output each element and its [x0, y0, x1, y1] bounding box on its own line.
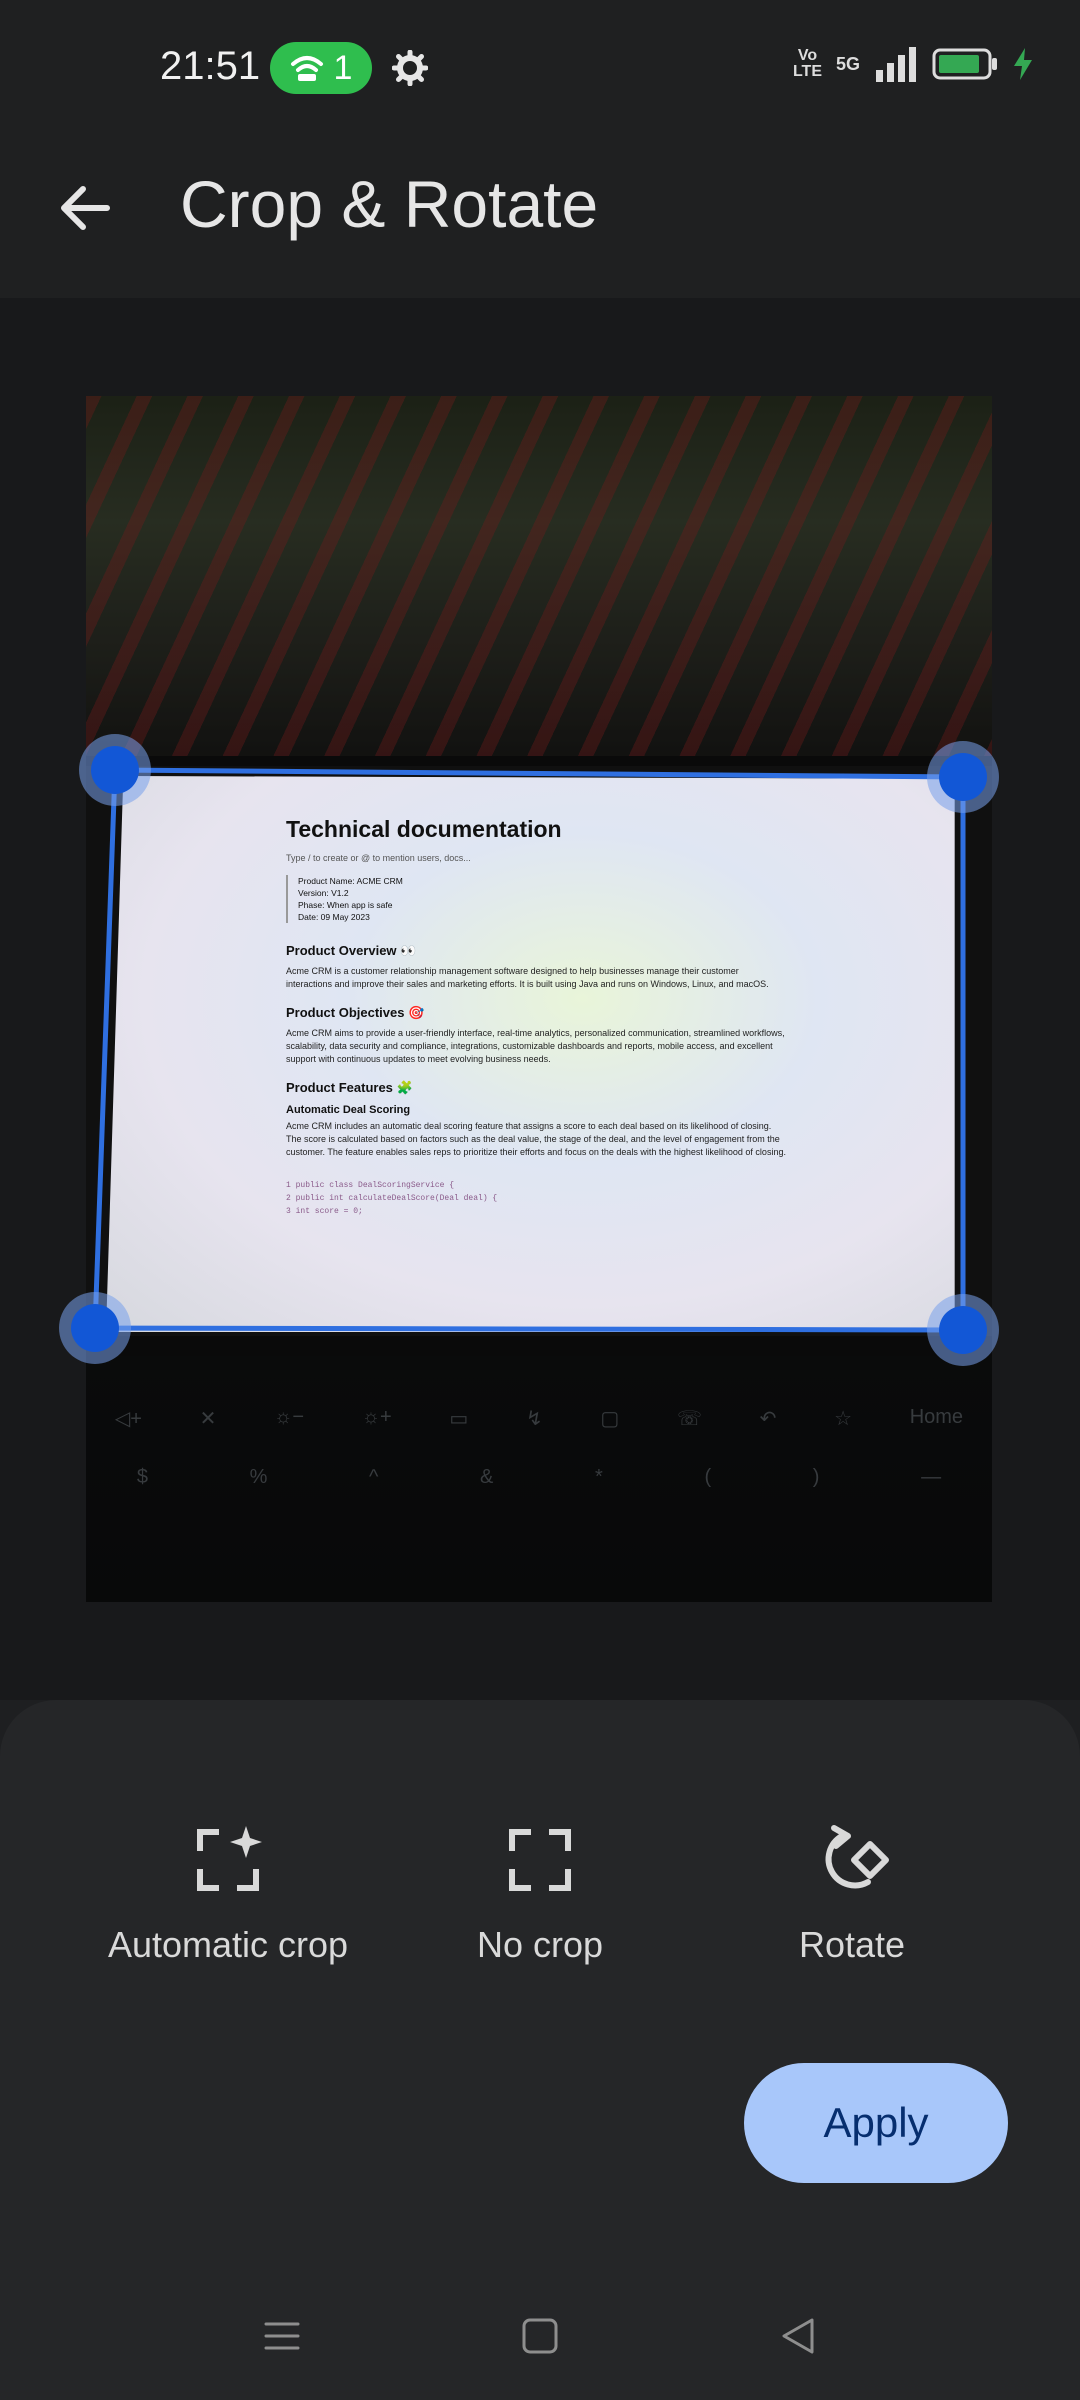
charging-icon: [1014, 48, 1032, 80]
laptop-screen: Technical documentation Type / to create…: [106, 776, 955, 1332]
no-crop-icon: [509, 1829, 571, 1891]
back-triangle-icon: [782, 2318, 814, 2354]
network-type: 5G: [835, 53, 860, 74]
recents-button[interactable]: [252, 2306, 312, 2366]
page-title: Crop & Rotate: [180, 167, 599, 241]
doc-hint: Type / to create or @ to mention users, …: [286, 853, 471, 863]
gear-icon: [392, 50, 428, 86]
menu-icon: [264, 2322, 300, 2350]
outside-crop-shade: [86, 396, 992, 766]
back-button[interactable]: [50, 174, 118, 242]
wifi-icon: [290, 56, 323, 81]
doc-code-block: 1 public class DealScoringService { 2 pu…: [286, 1181, 498, 1216]
rotate-icon: [825, 1825, 889, 1889]
doc-subsection-title: Automatic Deal Scoring: [286, 1104, 411, 1116]
arrow-back-icon: [61, 186, 110, 230]
doc-meta: Product Name: ACME CRM Version: V1.2 Pha…: [286, 875, 786, 923]
crop-handle-top-left[interactable]: [79, 734, 151, 806]
home-square-icon: [522, 2318, 558, 2354]
no-crop-label: No crop: [476, 1924, 604, 1965]
doc-paragraph: Acme CRM includes an automatic deal scor…: [286, 1121, 786, 1157]
apply-button[interactable]: Apply: [744, 2063, 1008, 2183]
crop-handle-bottom-right[interactable]: [927, 1294, 999, 1366]
signal-icon: [876, 47, 916, 82]
automatic-crop-label: Automatic crop: [107, 1924, 349, 1965]
system-back-button[interactable]: [768, 2306, 828, 2366]
hotspot-pill[interactable]: 1: [270, 42, 372, 94]
app-bar: Crop & Rotate: [0, 130, 1080, 298]
doc-section-title: Product Objectives 🎯: [286, 1005, 425, 1020]
home-button[interactable]: [510, 2306, 570, 2366]
document-content: Technical documentation Type / to create…: [286, 816, 786, 1218]
volte-indicator: Vo LTE: [792, 47, 822, 80]
doc-heading: Technical documentation: [286, 816, 562, 842]
document-photo: Technical documentation Type / to create…: [86, 396, 992, 1602]
automatic-crop-button[interactable]: Automatic crop: [78, 1820, 378, 1966]
doc-paragraph: Acme CRM aims to provide a user-friendly…: [286, 1028, 785, 1064]
crop-handle-bottom-left[interactable]: [59, 1292, 131, 1364]
doc-section-title: Product Overview 👀: [286, 943, 417, 958]
auto-crop-icon: [197, 1826, 262, 1891]
hotspot-count: 1: [333, 48, 353, 87]
rotate-button[interactable]: Rotate: [702, 1820, 1002, 1966]
system-nav-bar: [0, 2270, 1080, 2400]
doc-section-title: Product Features 🧩: [286, 1080, 413, 1095]
status-bar: 21:51 1 Vo LTE 5G: [0, 0, 1080, 130]
no-crop-button[interactable]: No crop: [390, 1820, 690, 1966]
outside-crop-shade: [86, 1336, 992, 1602]
doc-paragraph: Acme CRM is a customer relationship mana…: [286, 966, 769, 989]
rotate-label: Rotate: [798, 1924, 906, 1965]
battery-icon: [932, 48, 997, 80]
status-time: 21:51: [160, 44, 261, 88]
crop-handle-top-right[interactable]: [927, 741, 999, 813]
